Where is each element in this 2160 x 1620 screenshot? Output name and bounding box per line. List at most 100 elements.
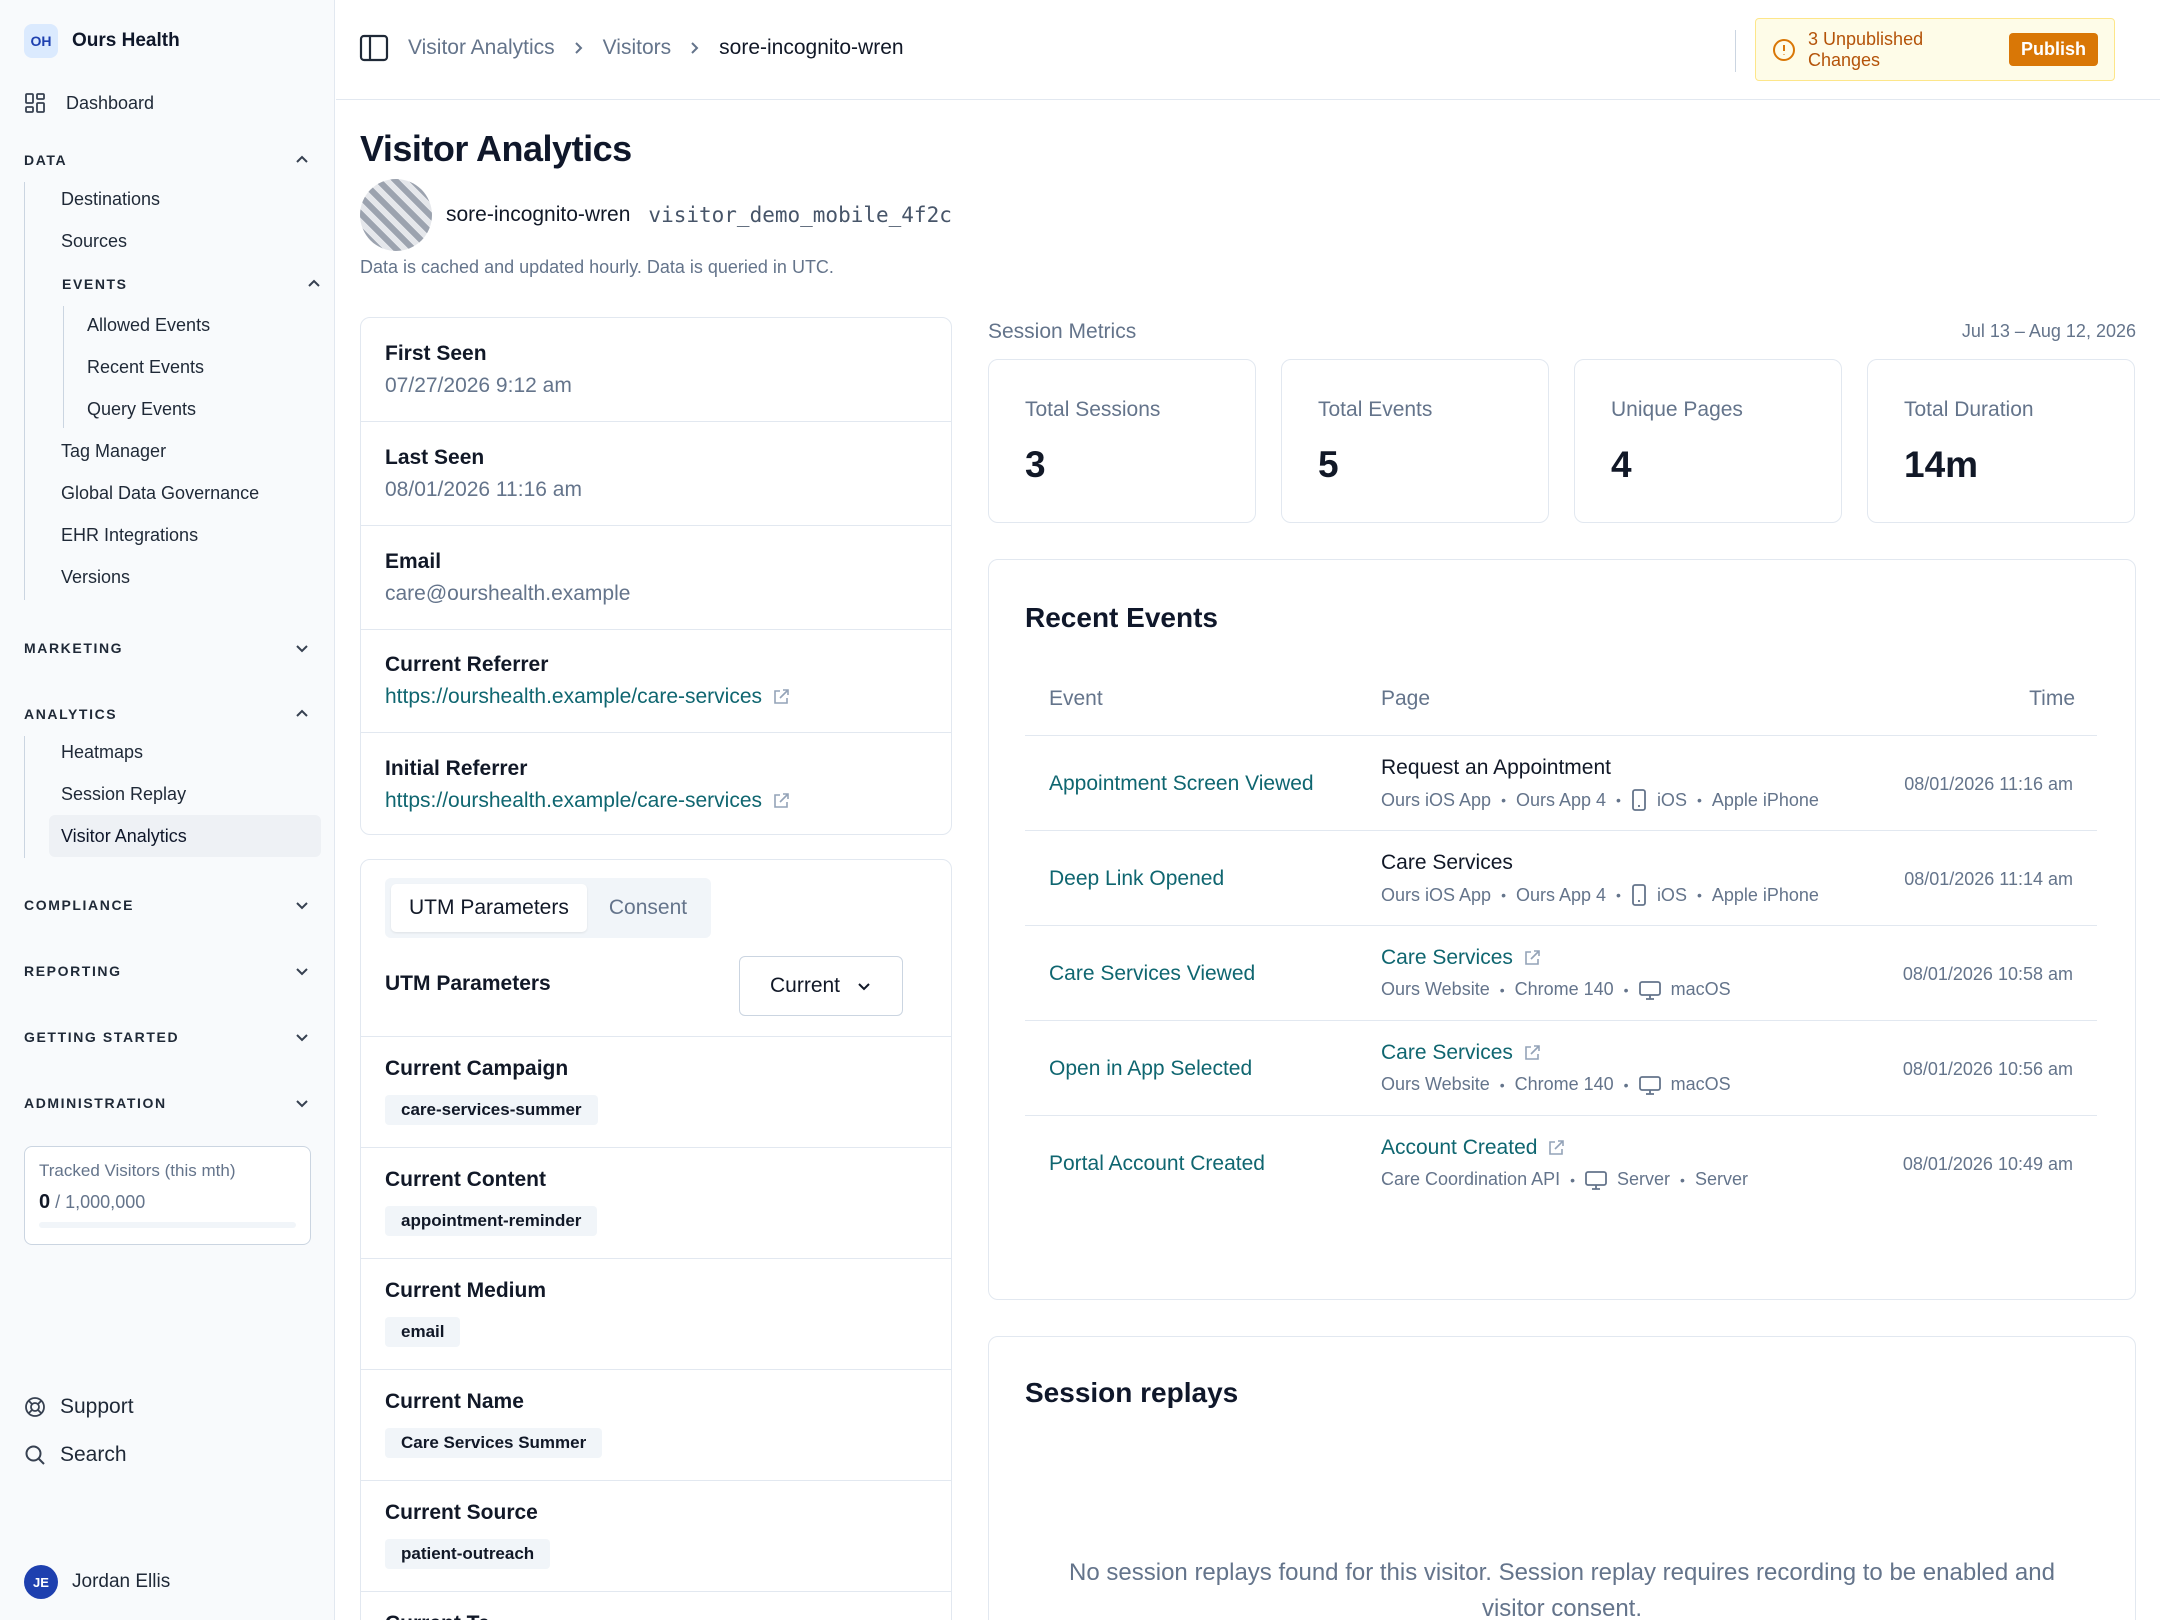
support-label: Support <box>60 1395 134 1418</box>
profile-last-seen: Last Seen 08/01/2026 11:16 am <box>361 422 951 526</box>
sidebar-section-reporting[interactable]: REPORTING <box>24 963 310 979</box>
sidebar-section-compliance[interactable]: COMPLIANCE <box>24 897 310 913</box>
field-value: 08/01/2026 11:16 am <box>385 477 582 501</box>
sidebar-item-visitor-analytics[interactable]: Visitor Analytics <box>49 815 321 857</box>
section-label: ANALYTICS <box>24 706 118 722</box>
sidebar-item-allowed-events[interactable]: Allowed Events <box>87 315 210 336</box>
utm-heading: UTM Parameters <box>385 972 551 995</box>
table-row[interactable]: Open in App Selected Care Services Ours … <box>1025 1021 2097 1116</box>
section-label: REPORTING <box>24 963 122 979</box>
event-name[interactable]: Care Services Viewed <box>1049 962 1255 986</box>
field-value-pill: email <box>385 1317 461 1347</box>
sidebar-section-marketing[interactable]: MARKETING <box>24 640 310 656</box>
date-range: Jul 13 – Aug 12, 2026 <box>1961 321 2136 341</box>
user-menu[interactable]: JE Jordan Ellis <box>24 1565 170 1599</box>
sidebar-item-ehr-integrations[interactable]: EHR Integrations <box>61 525 198 546</box>
section-label: EVENTS <box>62 276 128 292</box>
support-link[interactable]: Support <box>24 1395 134 1419</box>
event-name[interactable]: Deep Link Opened <box>1049 867 1224 891</box>
table-row[interactable]: Deep Link Opened Care Services Ours iOS … <box>1025 831 2097 926</box>
current-referrer-link[interactable]: https://ourshealth.example/care-services <box>385 685 927 709</box>
sidebar-section-data[interactable]: DATA <box>24 152 310 168</box>
quota-progress-bar <box>39 1222 296 1228</box>
tab-utm-parameters[interactable]: UTM Parameters <box>391 884 587 932</box>
utm-scope-select[interactable]: Current <box>739 956 903 1016</box>
unpublished-changes-text[interactable]: 3 Unpublished Changes <box>1808 29 1997 71</box>
sidebar-item-heatmaps[interactable]: Heatmaps <box>61 742 143 763</box>
profile-current-referrer: Current Referrer https://ourshealth.exam… <box>361 630 951 733</box>
event-name[interactable]: Portal Account Created <box>1049 1152 1265 1176</box>
page-name: Request an Appointment <box>1381 756 1611 779</box>
sidebar-section-events[interactable]: EVENTS <box>62 276 322 292</box>
smartphone-icon <box>1631 884 1647 906</box>
sidebar-section-analytics[interactable]: ANALYTICS <box>24 706 310 722</box>
sidebar-item-destinations[interactable]: Destinations <box>61 189 160 210</box>
tab-consent[interactable]: Consent <box>591 884 705 932</box>
session-replays-card: Session replays No session replays found… <box>988 1336 2136 1620</box>
page-link[interactable]: Account Created <box>1381 1136 1565 1160</box>
tracked-visitors-quota: Tracked Visitors (this mth) 0 / 1,000,00… <box>24 1146 311 1245</box>
sidebar-item-versions[interactable]: Versions <box>61 567 130 588</box>
page-name: Account Created <box>1381 1136 1538 1159</box>
section-label: GETTING STARTED <box>24 1029 180 1045</box>
meta-os: iOS <box>1656 789 1687 810</box>
page-name: Care Services <box>1381 1041 1513 1064</box>
event-name[interactable]: Appointment Screen Viewed <box>1049 772 1314 796</box>
org-name: Ours Health <box>72 30 180 51</box>
breadcrumb-item[interactable]: Visitors <box>603 36 671 60</box>
sidebar-toggle-icon[interactable] <box>358 32 390 64</box>
page-title: Visitor Analytics <box>360 128 632 169</box>
event-meta: Ours Website • Chrome 140 • macOS <box>1381 1074 1731 1095</box>
link-text: https://ourshealth.example/care-services <box>385 788 763 812</box>
event-meta: Ours Website • Chrome 140 • macOS <box>1381 979 1731 1000</box>
visitor-header: sore-incognito-wren visitor_demo_mobile_… <box>360 179 952 251</box>
utm-card: UTM Parameters Consent UTM Parameters Cu… <box>360 859 952 1620</box>
sidebar-item-label: Dashboard <box>66 92 155 113</box>
metric-value: 4 <box>1611 444 1632 485</box>
unpublished-changes-banner: 3 Unpublished Changes Publish <box>1755 18 2115 81</box>
section-label: COMPLIANCE <box>24 897 135 913</box>
event-time: 08/01/2026 10:56 am <box>1902 1059 2073 1079</box>
external-link-icon <box>1523 949 1541 967</box>
external-link-icon <box>1523 1044 1541 1062</box>
sidebar-section-getting-started[interactable]: GETTING STARTED <box>24 1029 310 1045</box>
meta-version: Ours App 4 <box>1515 789 1607 810</box>
search-link[interactable]: Search <box>24 1443 127 1467</box>
table-row[interactable]: Care Services Viewed Care Services Ours … <box>1025 926 2097 1021</box>
metric-total-duration: Total Duration 14m <box>1867 359 2135 523</box>
breadcrumb-current: sore-incognito-wren <box>719 36 904 59</box>
table-row[interactable]: Portal Account Created Account Created C… <box>1025 1116 2097 1211</box>
sidebar-item-tag-manager[interactable]: Tag Manager <box>61 441 166 462</box>
sidebar-item-global-data-governance[interactable]: Global Data Governance <box>61 483 259 504</box>
meta-app: Ours iOS App <box>1381 884 1492 905</box>
sidebar-item-query-events[interactable]: Query Events <box>87 399 196 420</box>
cache-note: Data is cached and updated hourly. Data … <box>360 257 834 277</box>
analytics-subnav-line <box>24 736 25 858</box>
monitor-icon <box>1638 980 1661 1000</box>
sidebar-section-administration[interactable]: ADMINISTRATION <box>24 1095 310 1111</box>
sidebar-item-dashboard[interactable]: Dashboard <box>24 92 154 114</box>
meta-device: Apple iPhone <box>1711 884 1819 905</box>
quota-used: 0 <box>39 1191 51 1213</box>
publish-button[interactable]: Publish <box>2008 33 2098 66</box>
sidebar-item-recent-events[interactable]: Recent Events <box>87 357 204 378</box>
visitor-name: sore-incognito-wren <box>446 203 631 226</box>
sidebar-item-sources[interactable]: Sources <box>61 231 127 252</box>
table-row[interactable]: Appointment Screen Viewed Request an App… <box>1025 736 2097 831</box>
meta-app: Ours Website <box>1381 979 1490 999</box>
initial-referrer-link[interactable]: https://ourshealth.example/care-services <box>385 789 927 813</box>
page-link[interactable]: Care Services <box>1381 1041 1541 1065</box>
page-link[interactable]: Care Services <box>1381 946 1541 970</box>
event-name[interactable]: Open in App Selected <box>1049 1057 1252 1081</box>
meta-os: macOS <box>1670 979 1731 999</box>
field-label: Current Source <box>385 1501 538 1524</box>
sidebar-item-session-replay[interactable]: Session Replay <box>61 784 186 805</box>
field-value: 07/27/2026 9:12 am <box>385 373 572 397</box>
meta-device: Server <box>1694 1169 1748 1189</box>
breadcrumb-item[interactable]: Visitor Analytics <box>408 36 555 60</box>
metric-label: Total Duration <box>1904 398 2034 421</box>
divider <box>1735 30 1736 72</box>
metric-label: Unique Pages <box>1611 398 1743 421</box>
event-meta: Ours iOS App • Ours App 4 • iOS • Apple iPh… <box>1381 884 1819 906</box>
org-switcher[interactable]: OH Ours Health <box>24 24 180 58</box>
